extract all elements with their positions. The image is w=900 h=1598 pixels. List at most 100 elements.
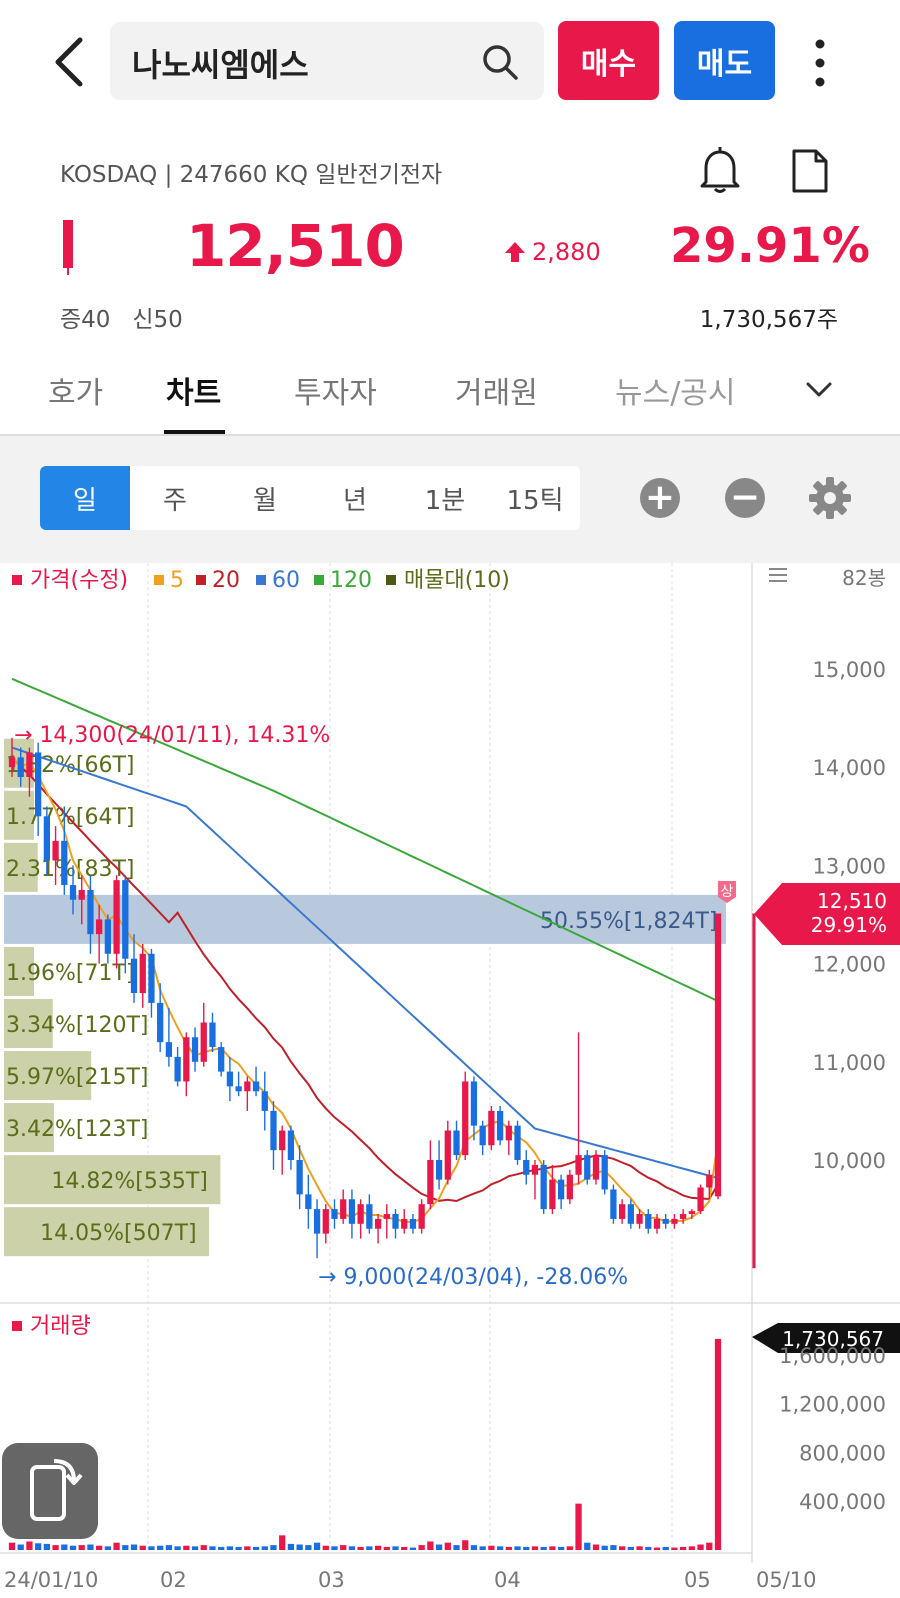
legend-ma20-swatch: [196, 575, 206, 585]
candle-body: [679, 1214, 687, 1219]
tab-chart[interactable]: 차트: [166, 368, 221, 412]
volume-bar: [244, 1546, 251, 1550]
candle-body: [540, 1164, 547, 1210]
legend-ma20: 20: [212, 568, 240, 593]
candle-body: [531, 1164, 539, 1175]
candle-body: [470, 1081, 478, 1126]
volume-profile-label: 14.05%[507T]: [40, 1221, 196, 1246]
candle-body: [584, 1155, 591, 1180]
volume-bar: [26, 1541, 33, 1550]
y-tick-label: 14,000: [813, 756, 886, 780]
legend-volume-profile: 매물대(10): [404, 568, 510, 593]
volume-profile-label: 14.82%[535T]: [51, 1169, 207, 1194]
candle-body: [610, 1189, 617, 1219]
candle-body: [496, 1110, 504, 1141]
tab-orderbook[interactable]: 호가: [48, 368, 103, 412]
candle-body: [479, 1125, 486, 1146]
buy-button[interactable]: 매수: [558, 21, 659, 100]
document-icon[interactable]: [790, 148, 830, 194]
period-month[interactable]: 월: [220, 466, 310, 530]
chevron-down-icon[interactable]: [804, 378, 834, 402]
candle-body: [252, 1081, 260, 1092]
candle-body: [244, 1081, 251, 1092]
candle-body: [401, 1218, 408, 1229]
period-week[interactable]: 주: [130, 466, 220, 530]
stock-meta: KOSDAQ | 247660 KQ 일반전기전자: [60, 162, 443, 188]
current-price: 12,510: [186, 212, 405, 280]
legend-ma60: 60: [272, 568, 300, 593]
arrow-up-icon: [505, 242, 525, 262]
search-input[interactable]: 나노씨엠에스: [132, 40, 309, 86]
volume-bar: [540, 1546, 547, 1550]
sell-button[interactable]: 매도: [674, 21, 775, 100]
candle-body: [374, 1218, 382, 1229]
volume-bar: [479, 1546, 486, 1550]
candle-body: [688, 1211, 695, 1215]
volume-total: 1,730,567주: [699, 307, 838, 333]
candle-body: [200, 1022, 207, 1062]
back-button[interactable]: [50, 30, 94, 94]
candle-body: [52, 840, 59, 861]
volume-bar: [279, 1535, 286, 1550]
tab-investors[interactable]: 투자자: [294, 368, 377, 412]
tab-news[interactable]: 뉴스/공시: [615, 368, 736, 412]
candle-body: [505, 1125, 512, 1141]
limit-up-badge-text: 상: [721, 884, 734, 900]
period-year[interactable]: 년: [310, 466, 400, 530]
price-change: 2,880: [504, 238, 601, 266]
period-15tick[interactable]: 15틱: [490, 466, 580, 530]
zoom-in-icon[interactable]: +: [640, 478, 680, 518]
legend-profile-swatch: [386, 575, 396, 585]
gear-icon[interactable]: [808, 476, 852, 520]
candle-body: [392, 1214, 399, 1229]
volume-tick-label: 1,600,000: [779, 1344, 886, 1368]
volume-bar: [462, 1540, 469, 1550]
volume-bar: [305, 1545, 312, 1550]
candle-body: [26, 752, 33, 778]
candle-body: [139, 953, 146, 994]
volume-bar: [679, 1546, 687, 1550]
candle-body: [453, 1130, 460, 1156]
volume-bar: [296, 1544, 303, 1550]
volume-bar: [662, 1546, 669, 1550]
period-day[interactable]: 일: [40, 466, 130, 530]
chevron-left-icon: [55, 37, 83, 87]
candle-body: [104, 919, 112, 954]
volume-bar: [43, 1543, 51, 1550]
candle-body: [8, 757, 16, 768]
volume-bar: [514, 1546, 521, 1550]
volume-bar: [331, 1546, 338, 1550]
price-chart[interactable]: 1.82%[66T]1.77%[64T]2.31%[83T]50.55%[1,8…: [0, 563, 900, 1598]
volume-bar: [383, 1546, 390, 1550]
volume-bar: [235, 1546, 242, 1550]
volume-bar: [139, 1545, 146, 1550]
candle-body: [183, 1037, 190, 1082]
period-1min[interactable]: 1분: [400, 466, 490, 530]
volume-bar: [357, 1546, 364, 1550]
change-percent: 29.91%: [670, 218, 870, 274]
volume-bar: [148, 1546, 155, 1550]
volume-bar: [557, 1546, 565, 1550]
candle-body: [261, 1091, 268, 1111]
more-vertical-icon[interactable]: [810, 38, 830, 88]
candle-body: [296, 1160, 303, 1195]
candle-body: [218, 1047, 225, 1072]
candle-body: [645, 1214, 652, 1229]
legend-ma5-swatch: [154, 575, 164, 585]
candle-body: [566, 1174, 573, 1200]
volume-profile-label: 3.34%[120T]: [6, 1013, 148, 1038]
search-box[interactable]: 나노씨엠에스: [110, 22, 544, 100]
volume-bar: [322, 1545, 329, 1550]
candle-body: [287, 1130, 295, 1160]
volume-bar: [592, 1544, 600, 1550]
volume-bar: [584, 1542, 591, 1550]
candle-body: [418, 1204, 425, 1229]
bell-icon[interactable]: [698, 146, 742, 194]
tab-brokers[interactable]: 거래원: [455, 368, 538, 412]
search-icon[interactable]: [480, 42, 520, 82]
zoom-out-icon[interactable]: −: [725, 478, 765, 518]
candle-body: [488, 1110, 495, 1146]
volume-bar: [17, 1544, 24, 1550]
volume-bar: [427, 1541, 434, 1550]
chart-toggle-button[interactable]: [2, 1443, 98, 1539]
